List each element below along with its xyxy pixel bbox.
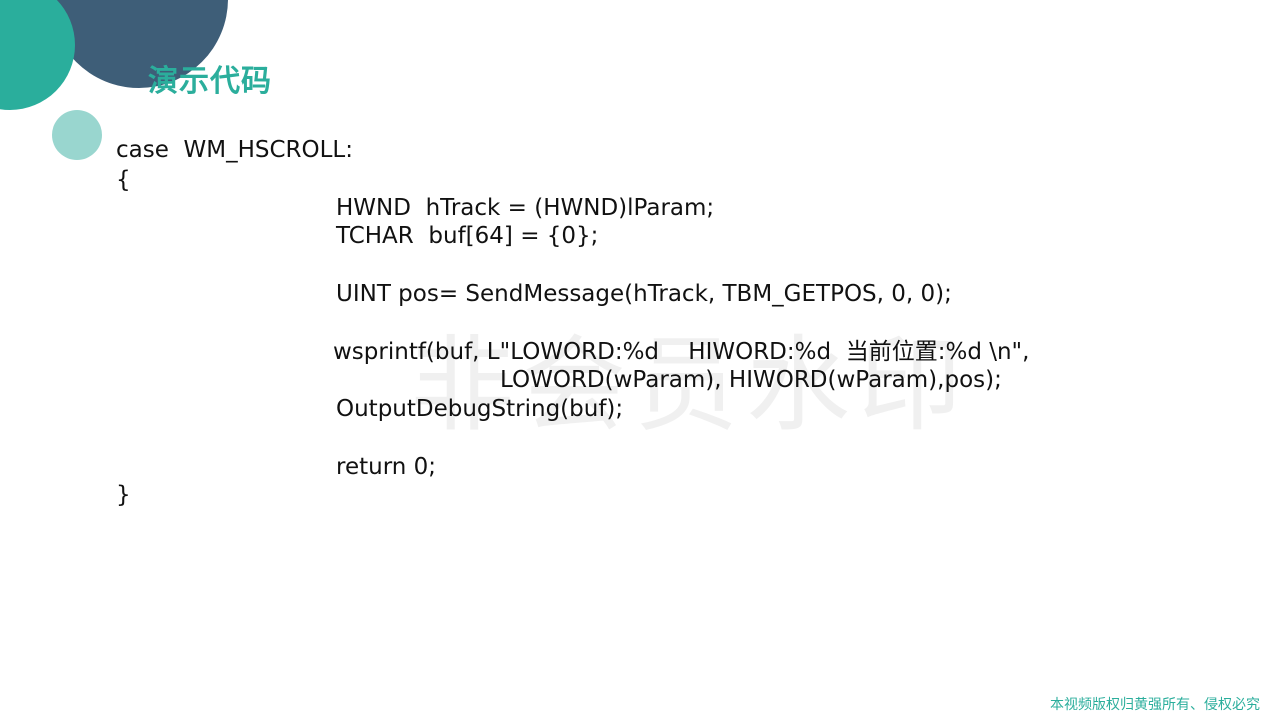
code-line: }: [116, 482, 131, 508]
code-line: case WM_HSCROLL:: [116, 137, 353, 163]
code-line: OutputDebugString(buf);: [336, 396, 624, 422]
code-line: return 0;: [336, 454, 437, 480]
slide-title: 演示代码: [148, 64, 272, 99]
code-line: TCHAR buf[64] = {0};: [336, 223, 599, 249]
code-line: HWND hTrack = (HWND)lParam;: [336, 195, 715, 221]
code-line: UINT pos= SendMessage(hTrack, TBM_GETPOS…: [336, 281, 952, 307]
code-line: {: [116, 167, 131, 193]
decorative-circle-teal: [0, 0, 75, 110]
code-line: wsprintf(buf, L"LOWORD:%d HIWORD:%d 当前位置…: [333, 339, 1030, 365]
code-line: LOWORD(wParam), HIWORD(wParam),pos);: [500, 367, 1002, 393]
copyright-footer: 本视频版权归黄强所有、侵权必究: [1050, 697, 1260, 713]
decorative-circle-light: [52, 110, 102, 160]
